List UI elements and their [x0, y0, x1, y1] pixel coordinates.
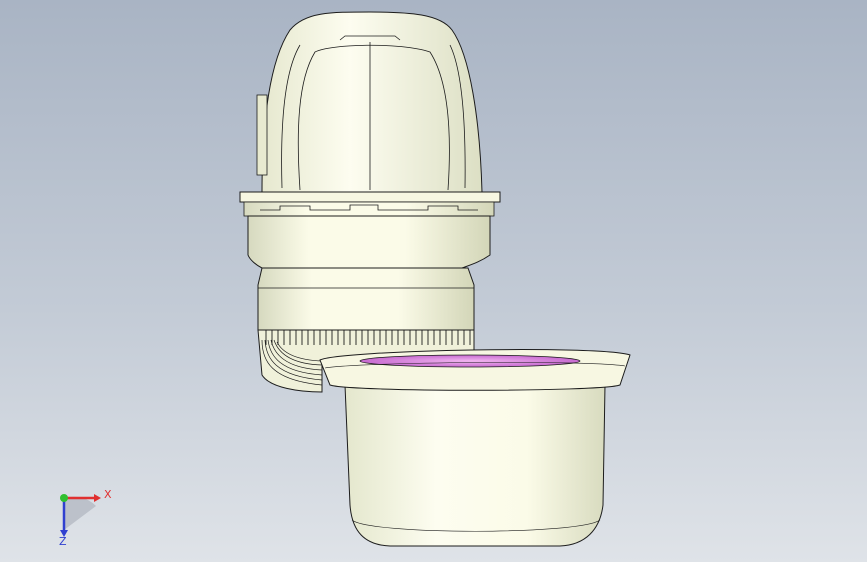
axis-triad: X Z — [59, 488, 112, 548]
x-axis-label: X — [104, 488, 112, 501]
cad-viewport[interactable]: X Z — [0, 0, 867, 562]
z-axis-label: Z — [59, 535, 67, 548]
x-axis-arrow — [94, 494, 101, 502]
collar-ring[interactable] — [239, 191, 501, 217]
y-axis-dot — [60, 494, 68, 502]
dome-cap[interactable] — [256, 11, 483, 193]
side-cup[interactable] — [319, 349, 631, 547]
body-cylinder[interactable] — [247, 215, 491, 331]
